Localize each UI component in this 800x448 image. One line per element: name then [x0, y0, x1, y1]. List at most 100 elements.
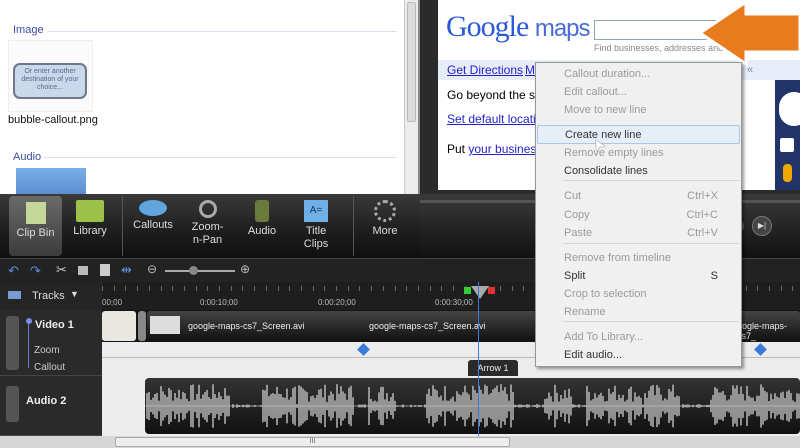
tab-library[interactable]: Library [64, 194, 116, 258]
ruler-tick [312, 286, 314, 291]
menu-item-remove-from-timeline[interactable]: Remove from timeline [537, 249, 740, 268]
next-icon[interactable]: ▶| [752, 216, 772, 236]
tab-label: Clip Bin [16, 227, 55, 239]
playhead-line [478, 282, 479, 436]
tracks-menu[interactable]: Tracks [32, 290, 65, 302]
ruler-tick [523, 286, 525, 291]
ruler-tick [172, 286, 174, 291]
get-directions-link[interactable]: Get Directions [447, 63, 523, 77]
menu-item-label: Edit callout... [564, 86, 627, 98]
audio-lane [102, 376, 800, 436]
menu-separator [563, 180, 739, 181]
pan-control-icon[interactable] [779, 92, 800, 126]
scroll-thumb[interactable] [407, 2, 416, 122]
ruler-tick [125, 286, 127, 291]
folder-icon [76, 200, 104, 222]
paste-icon[interactable] [100, 264, 110, 276]
ruler-tick [242, 286, 244, 291]
tab-zoom-n-pan[interactable]: Zoom-n-Pan [180, 194, 235, 258]
tab-label: Title Clips [303, 225, 329, 250]
ruler-tick [219, 286, 220, 291]
menu-item-remove-empty-lines[interactable]: Remove empty lines [537, 144, 740, 163]
video-track-label: Video 1 [35, 319, 74, 331]
track-handle[interactable] [6, 386, 19, 422]
menu-item-create-new-line[interactable]: Create new line [537, 125, 740, 144]
transition[interactable] [138, 311, 146, 341]
zoom-in-icon[interactable]: ⊕ [240, 262, 250, 276]
menu-item-move-to-new-line[interactable]: Move to new line [537, 101, 740, 120]
set-default-location-link[interactable]: Set default locatio [447, 112, 542, 126]
audio-thumbnail[interactable] [16, 168, 86, 194]
ruler-tick [441, 286, 443, 291]
menu-item-split[interactable]: Split S [537, 267, 740, 286]
ruler-tick [148, 286, 150, 291]
orange-arrow-callout[interactable] [698, 0, 800, 66]
divider [44, 157, 396, 158]
tab-more[interactable]: More [360, 194, 410, 258]
menu-item-rename[interactable]: Rename [537, 303, 740, 322]
menu-item-consolidate-lines[interactable]: Consolidate lines [537, 162, 740, 181]
tab-title-clips[interactable]: A= Title Clips [290, 194, 342, 258]
ruler-tick [102, 286, 103, 291]
selection-start-marker[interactable] [464, 287, 471, 294]
ruler-tick [207, 286, 209, 291]
zoom-keyframe[interactable] [754, 343, 767, 356]
callout-clip-arrow[interactable]: Arrow 1 [468, 360, 518, 376]
menu-item-cut[interactable]: Cut Ctrl+X [537, 187, 740, 206]
tab-label: Audio [247, 225, 277, 237]
chevron-down-icon[interactable]: ▼ [70, 289, 79, 299]
menu-item-label: Paste [564, 227, 593, 239]
expand-dot-icon[interactable] [26, 318, 32, 324]
scroll-thumb[interactable]: III [115, 437, 510, 447]
tab-audio[interactable]: Audio [238, 194, 286, 258]
menu-item-paste[interactable]: Paste Ctrl+V [537, 224, 740, 243]
zoom-control-icon[interactable] [780, 138, 794, 152]
divider [48, 31, 396, 32]
ruler-tick [768, 286, 770, 291]
tab-clip-bin[interactable]: Clip Bin [9, 196, 62, 256]
clip-bin-panel: Image Or enter another destination of yo… [0, 0, 420, 194]
track-handle[interactable] [6, 316, 19, 370]
video-track-header[interactable]: Video 1 Zoom Callout [0, 310, 102, 376]
tab-callouts[interactable]: Callouts [128, 194, 178, 258]
menu-item-add-to-library[interactable]: Add To Library... [537, 328, 740, 347]
ruler-tick [499, 286, 501, 291]
menu-item-edit-callout[interactable]: Edit callout... [537, 83, 740, 102]
your-business-link[interactable]: your business [468, 142, 542, 156]
menu-item-label: Crop to selection [564, 288, 647, 300]
copy-icon[interactable] [78, 266, 88, 275]
cut-icon[interactable]: ✂ [56, 262, 67, 278]
zoom-out-icon[interactable]: ⊖ [147, 262, 157, 276]
ruler-tick [160, 286, 162, 291]
playhead-handle[interactable] [471, 286, 489, 299]
ruler-tick [394, 286, 396, 291]
menu-item-crop-to-selection[interactable]: Crop to selection [537, 285, 740, 304]
undo-icon[interactable]: ↶ [8, 263, 19, 279]
title-clip-icon: A= [304, 200, 328, 222]
zoom-slider-thumb[interactable] [189, 266, 198, 275]
selection-end-marker[interactable] [488, 287, 495, 294]
split-icon[interactable]: ⇹ [121, 262, 132, 278]
more-icon [374, 200, 396, 222]
menu-shortcut: Ctrl+V [687, 227, 718, 239]
timeline-hscrollbar[interactable]: III [0, 436, 800, 448]
ruler-label: 0:00:20;00 [318, 298, 356, 307]
pegman-icon[interactable] [783, 164, 792, 182]
menu-item-edit-audio[interactable]: Edit audio... [537, 346, 740, 365]
zoom-slider[interactable] [165, 266, 235, 275]
clip-bin-scrollbar[interactable] [404, 0, 418, 194]
audio-clip[interactable] [145, 378, 800, 434]
map-controls [775, 80, 800, 190]
bubble-callout-thumbnail[interactable]: Or enter another destination of your cho… [8, 40, 93, 112]
tab-label: More [372, 225, 398, 237]
my-maps-link[interactable]: M [525, 63, 535, 77]
zoom-keyframe[interactable] [357, 343, 370, 356]
audio-track-header[interactable]: Audio 2 [0, 376, 102, 436]
ruler-tick [780, 286, 782, 291]
menu-item-copy[interactable]: Copy Ctrl+C [537, 206, 740, 225]
menu-item-label: Consolidate lines [564, 165, 648, 177]
menu-item-callout-duration[interactable]: Callout duration... [537, 65, 740, 84]
video-clip-thumbnail[interactable] [102, 311, 136, 341]
redo-icon[interactable]: ↷ [30, 263, 41, 279]
tab-label: Zoom-n-Pan [191, 221, 224, 246]
